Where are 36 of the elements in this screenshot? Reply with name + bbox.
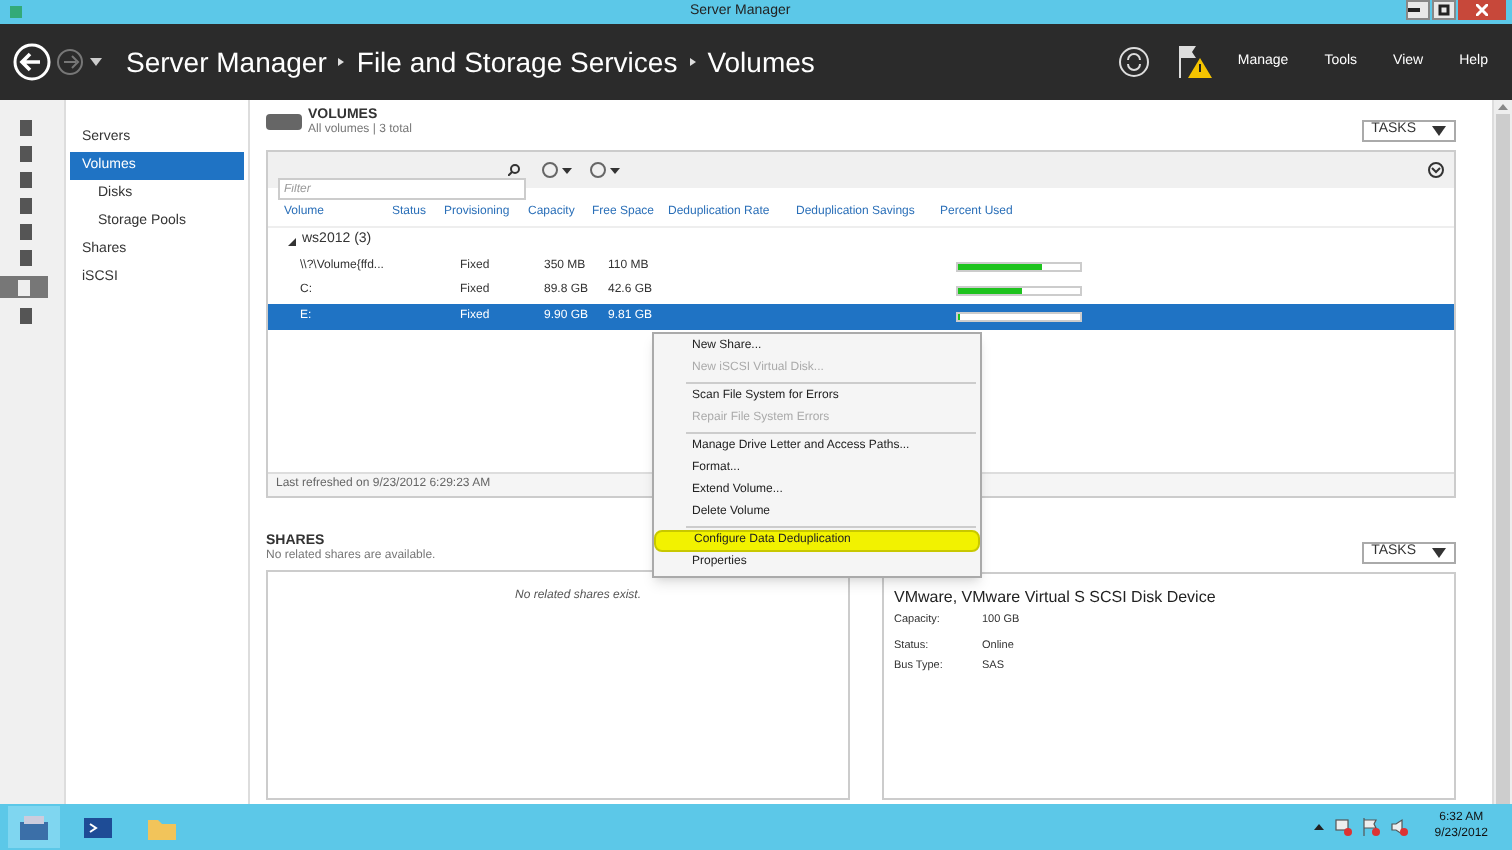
search-icon[interactable] (508, 164, 520, 176)
breadcrumb-item[interactable]: File and Storage Services (356, 41, 678, 83)
app-icon (8, 4, 24, 20)
expand-icon[interactable] (1428, 162, 1444, 178)
taskbar-button[interactable] (8, 806, 60, 848)
caret-icon (1432, 548, 1446, 558)
back-icon (12, 42, 52, 82)
save-query-icon[interactable] (590, 162, 622, 178)
breadcrumb-item[interactable]: Volumes (707, 41, 815, 83)
speaker-icon[interactable] (1390, 818, 1409, 836)
close-icon (1476, 4, 1488, 16)
scrollbar[interactable] (1492, 100, 1512, 804)
disk-name: VMware, VMware Virtual S SCSI Disk Device (894, 586, 1218, 610)
forward-icon (56, 48, 84, 76)
server-manager-icon (18, 813, 50, 841)
separator-icon (689, 58, 696, 66)
refresh-icon[interactable] (1117, 46, 1150, 78)
restore-button[interactable] (1432, 0, 1456, 20)
terminal-icon (82, 813, 114, 841)
dropdown-icon[interactable] (90, 58, 102, 66)
breadcrumb-item[interactable]: Server Manager (126, 41, 327, 83)
minimize-button[interactable] (1406, 0, 1430, 20)
scroll-up-icon[interactable] (1498, 104, 1508, 110)
flag-warning-icon[interactable] (1173, 44, 1214, 80)
restore-icon (1438, 4, 1450, 16)
volume-icon (266, 112, 302, 132)
back-button[interactable] (12, 42, 52, 82)
close-button[interactable] (1458, 0, 1506, 20)
separator-icon (338, 58, 345, 66)
network-icon[interactable] (1334, 818, 1353, 836)
collapse-icon[interactable] (288, 237, 296, 245)
show-hidden-icon[interactable] (1314, 824, 1325, 830)
minimize-icon (1408, 8, 1420, 12)
flag-icon[interactable] (1362, 818, 1381, 836)
list-options-icon[interactable] (542, 162, 574, 178)
caret-icon (1432, 126, 1446, 136)
